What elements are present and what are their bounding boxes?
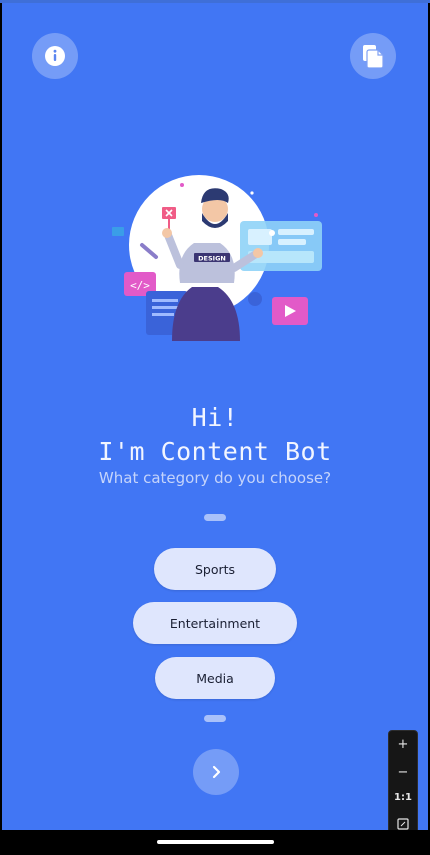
info-icon [45, 46, 65, 66]
copy-button[interactable] [350, 33, 396, 79]
scroll-indicator-bottom [204, 715, 226, 722]
option-entertainment-button[interactable]: Entertainment [133, 602, 297, 644]
folder-icon [112, 227, 124, 236]
category-prompt: What category do you choose? [98, 469, 332, 487]
home-indicator [157, 840, 274, 844]
zoom-out-button[interactable]: − [398, 766, 409, 779]
next-button[interactable] [193, 749, 239, 795]
option-sports-button[interactable]: Sports [154, 548, 276, 590]
scroll-indicator-top [204, 514, 226, 521]
bot-illustration: </> DESIGN [112, 175, 322, 341]
fit-screen-icon[interactable] [397, 818, 409, 830]
shirt-badge-text: DESIGN [198, 255, 226, 263]
zoom-in-button[interactable]: + [398, 738, 409, 751]
screen-card-icon [240, 221, 322, 271]
app-screen: </> DESIGN Hi! I'm Content Bot What cate… [2, 3, 428, 830]
person-body [179, 243, 235, 283]
chevron-right-icon [212, 765, 221, 779]
greeting-line-1: Hi! [191, 403, 239, 432]
zoom-controls: + − 1:1 [388, 730, 418, 830]
gear-icon [248, 292, 262, 306]
greeting-line-2: I'm Content Bot [98, 437, 332, 466]
zoom-reset-button[interactable]: 1:1 [394, 793, 412, 803]
svg-text:</>: </> [130, 279, 150, 292]
info-button[interactable] [32, 33, 78, 79]
option-media-button[interactable]: Media [155, 657, 275, 699]
copy-icon [363, 45, 384, 68]
